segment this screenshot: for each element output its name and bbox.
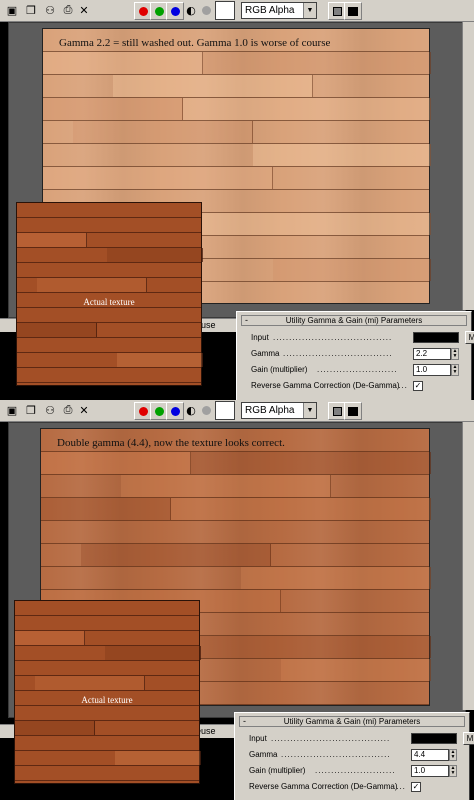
blue-channel-button[interactable] [166,402,184,420]
channel-value: RGB Alpha [245,405,295,416]
panel-header[interactable]: - Utility Gamma & Gain (mi) Parameters [241,315,467,326]
gamma-gain-panel: - Utility Gamma & Gain (mi) Parameters In… [236,311,474,400]
clear-button[interactable] [344,402,362,420]
chevron-down-icon: ▼ [303,403,316,418]
chevron-down-icon: ▼ [303,3,316,18]
close-icon[interactable]: ✕ [77,403,91,417]
mono-icon[interactable]: ◐ [184,3,198,17]
close-icon[interactable]: ✕ [77,3,91,17]
bottom-render-window: ▣ ❐ ⚇ ⎙ ✕ ◐ RGB Alpha ▼ Double gamma (4.4… [0,400,474,800]
gain-field[interactable]: 1.0 [413,364,451,376]
green-dot-icon [154,406,164,416]
viewport-caption: Double gamma (4.4), now the texture look… [57,437,285,449]
degamma-label: Reverse Gamma Correction (De-Gamma) [251,381,400,390]
panel-header[interactable]: - Utility Gamma & Gain (mi) Parameters [239,716,465,727]
spinner-arrows-icon[interactable]: ▲ ▼ [449,749,457,761]
gamma-gain-panel: - Utility Gamma & Gain (mi) Parameters In… [234,712,474,800]
collapse-icon: - [245,315,248,325]
map-toggle-button[interactable]: M [465,331,474,344]
save-icon[interactable]: ▣ [5,403,19,417]
input-label: Input [251,333,269,342]
degamma-checkbox[interactable]: ✓ [411,782,421,792]
leader-dots: ..................................... [273,333,393,342]
spinner-arrows-icon[interactable]: ▲ ▼ [451,364,459,376]
gain-field[interactable]: 1.0 [411,765,449,777]
clear-button[interactable] [344,2,362,20]
compare-icon[interactable]: ⚇ [43,3,57,17]
collapse-icon: - [243,716,246,726]
input-map-button[interactable] [413,332,459,343]
gain-label: Gain (multiplier) [251,365,308,374]
copy-icon[interactable]: ❐ [24,403,38,417]
render-toolbar: ▣ ❐ ⚇ ⎙ ✕ ◐ RGB Alpha ▼ [0,400,474,422]
alpha-icon[interactable] [199,403,213,417]
gamma-spinner[interactable]: 2.2 ▲ ▼ [413,348,459,360]
texture-label: Actual texture [83,297,135,307]
viewport-caption: Gamma 2.2 = still washed out. Gamma 1.0 … [59,37,331,49]
mono-icon[interactable]: ◐ [184,403,198,417]
degamma-checkbox[interactable]: ✓ [413,381,423,391]
gamma-field[interactable]: 2.2 [413,348,451,360]
top-render-window: ▣ ❐ ⚇ ⎙ ✕ ◐ RGB Alpha ▼ Gamma 2.2 = still… [0,0,474,400]
render-toolbar: ▣ ❐ ⚇ ⎙ ✕ ◐ RGB Alpha ▼ [0,0,474,22]
panel-title: Utility Gamma & Gain (mi) Parameters [285,316,423,325]
gain-label: Gain (multiplier) [249,766,306,775]
color-swatch[interactable] [215,401,235,420]
channel-select[interactable]: RGB Alpha ▼ [241,402,317,419]
texture-label: Actual texture [81,695,133,705]
spinner-arrows-icon[interactable]: ▲ ▼ [449,765,457,777]
alpha-icon[interactable] [199,3,213,17]
gamma-label: Gamma [251,349,280,358]
gain-spinner[interactable]: 1.0 ▲ ▼ [411,765,457,777]
leader-dots: .... [393,782,406,791]
vertical-scrollbar[interactable] [462,422,474,710]
panel-title: Utility Gamma & Gain (mi) Parameters [283,717,421,726]
actual-texture-image: Actual texture [14,600,201,784]
leader-dots: ..................................... [271,734,391,743]
leader-dots: ......................... [317,365,398,374]
gain-spinner[interactable]: 1.0 ▲ ▼ [413,364,459,376]
channel-value: RGB Alpha [245,5,295,16]
compare-icon[interactable]: ⚇ [43,403,57,417]
print-icon[interactable]: ⎙ [61,403,75,417]
print-icon[interactable]: ⎙ [61,3,75,17]
map-toggle-button[interactable]: M [463,732,474,745]
leader-dots: .................................. [283,349,393,358]
channel-select[interactable]: RGB Alpha ▼ [241,2,317,19]
spinner-arrows-icon[interactable]: ▲ ▼ [451,348,459,360]
leader-dots: ......................... [315,766,396,775]
blue-dot-icon [170,406,180,416]
vertical-scrollbar[interactable] [462,22,474,310]
save-icon[interactable]: ▣ [5,3,19,17]
red-dot-icon [138,6,148,16]
gamma-label: Gamma [249,750,278,759]
leader-dots: .................................. [281,750,391,759]
green-dot-icon [154,6,164,16]
leader-dots: .... [395,381,408,390]
input-map-button[interactable] [411,733,457,744]
blue-dot-icon [170,6,180,16]
blue-channel-button[interactable] [166,2,184,20]
copy-icon[interactable]: ❐ [24,3,38,17]
degamma-label: Reverse Gamma Correction (De-Gamma) [249,782,398,791]
gamma-field[interactable]: 4.4 [411,749,449,761]
gamma-spinner[interactable]: 4.4 ▲ ▼ [411,749,457,761]
color-swatch[interactable] [215,1,235,20]
actual-texture-image: Actual texture [16,202,203,386]
red-dot-icon [138,406,148,416]
input-label: Input [249,734,267,743]
